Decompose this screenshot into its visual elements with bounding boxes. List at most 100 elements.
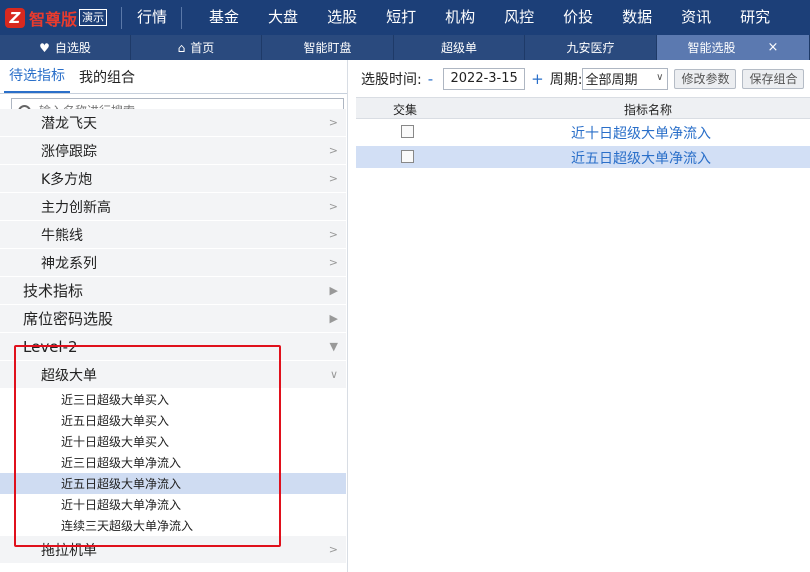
column-indicator-name: 指标名称 <box>624 103 673 117</box>
modify-params-button[interactable]: 修改参数 <box>674 68 737 89</box>
chevron-right-icon[interactable]: > <box>329 543 338 556</box>
tree-item-label: 近三日超级大单买入 <box>61 393 170 407</box>
tab-label: 九安医疗 <box>566 41 615 55</box>
tree-item-label: 超级大单 <box>41 367 97 384</box>
menu-item[interactable]: 行情 <box>122 0 181 35</box>
app-logo[interactable]: Z 智尊版 演示 <box>0 0 108 35</box>
tab-candidate-indicators[interactable]: 待选指标 <box>4 65 70 93</box>
tree-leaf-item[interactable]: 近三日超级大单买入 <box>0 389 346 410</box>
tab-watchlist[interactable]: ♥ 自选股 <box>0 35 131 60</box>
tab-home[interactable]: ⌂ 首页 <box>131 35 262 60</box>
intersect-checkbox[interactable] <box>401 150 414 163</box>
tree-group-item[interactable]: K多方炮 > <box>0 165 346 193</box>
date-field[interactable]: 2022-3-15 <box>443 67 526 90</box>
tree-group-item[interactable]: 牛熊线 > <box>0 221 346 249</box>
tab-stock-jiuan[interactable]: 九安医疗 <box>525 35 657 60</box>
save-combination-button[interactable]: 保存组合 <box>742 68 805 89</box>
chevron-right-icon[interactable]: > <box>329 144 338 157</box>
menu-item[interactable]: 大盘 <box>253 0 312 35</box>
select-time-label: 选股时间: <box>361 71 422 88</box>
tree-group-item[interactable]: 涨停跟踪 > <box>0 137 346 165</box>
menu-item[interactable]: 资讯 <box>666 0 725 35</box>
tree-leaf-item[interactable]: 连续三天超级大单净流入 <box>0 515 346 536</box>
chevron-right-icon[interactable]: > <box>329 172 338 185</box>
period-value: 全部周期 <box>585 73 638 88</box>
tree-item-label: 近五日超级大单买入 <box>61 414 170 428</box>
caret-right-icon[interactable]: ▶ <box>330 312 338 325</box>
tree-group-item[interactable]: 席位密码选股 ▶ <box>0 305 346 333</box>
tree-item-label: 席位密码选股 <box>23 310 114 328</box>
tab-label: 自选股 <box>54 41 91 55</box>
tree-leaf-item[interactable]: 近十日超级大单净流入 <box>0 494 346 515</box>
menu-item[interactable]: 选股 <box>312 0 371 35</box>
intersect-checkbox[interactable] <box>401 125 414 138</box>
home-icon: ⌂ <box>177 40 186 55</box>
table-header: 交集 指标名称 <box>356 97 810 119</box>
tab-super-order[interactable]: 超级单 <box>394 35 525 60</box>
tree-group-item[interactable]: 技术指标 ▶ <box>0 277 346 305</box>
indicator-tree: 潜龙飞天 > 涨停跟踪 > K多方炮 > 主力创新高 > 牛熊线 > 神龙系列 > 技术指标 ▶ 席位密码选… <box>0 109 347 572</box>
tree-item-label: Level-2 <box>23 337 78 356</box>
menu-item[interactable]: 机构 <box>430 0 489 35</box>
indicator-panel: 待选指标 我的组合 潜龙飞天 > 涨停跟踪 > K多方炮 > 主力创新高 > 牛熊线 > 神龙系列 >… <box>0 60 348 572</box>
menu-item[interactable]: 短打 <box>371 0 430 35</box>
menu-item[interactable]: 价投 <box>548 0 607 35</box>
tab-my-combinations[interactable]: 我的组合 <box>74 67 140 93</box>
menu-divider <box>181 6 183 29</box>
close-icon[interactable]: × <box>768 40 779 55</box>
demo-badge: 演示 <box>79 9 108 26</box>
tree-group-item[interactable]: 拖拉机单 > <box>0 536 346 564</box>
tree-item-label: 技术指标 <box>23 282 84 300</box>
table-row[interactable]: 近十日超级大单净流入 <box>356 121 810 143</box>
menu-item[interactable]: 研究 <box>725 0 784 35</box>
indicator-name-link[interactable]: 近五日超级大单净流入 <box>571 148 711 168</box>
column-intersect: 交集 <box>393 103 418 117</box>
indicator-panel-tabs: 待选指标 我的组合 <box>0 60 347 94</box>
menu-item[interactable]: 风控 <box>489 0 548 35</box>
tab-label: 智能选股 <box>687 41 736 55</box>
tree-group-item[interactable]: 神龙系列 > <box>0 249 346 277</box>
page-tab-bar: ♥ 自选股 ⌂ 首页 智能盯盘 超级单 九安医疗 智能选股 × <box>0 35 810 60</box>
tree-group-item[interactable]: 主力创新高 > <box>0 193 346 221</box>
tab-label: 超级单 <box>440 41 477 55</box>
tree-item-label: 潜龙飞天 <box>41 115 97 132</box>
tree-item-label: 涨停跟踪 <box>41 143 97 160</box>
heart-icon: ♥ <box>39 40 50 55</box>
tree-leaf-item[interactable]: 近五日超级大单净流入 <box>0 473 346 494</box>
tree-item-label: 近十日超级大单净流入 <box>61 498 182 512</box>
indicator-name-link[interactable]: 近十日超级大单净流入 <box>571 123 711 143</box>
tree-leaf-item[interactable]: 近三日超级大单净流入 <box>0 452 346 473</box>
tree-item-label: 牛熊线 <box>41 227 83 244</box>
chevron-right-icon[interactable]: > <box>329 200 338 213</box>
tree-group-item[interactable]: 超级大单 ∨ <box>0 361 346 389</box>
top-menu-bar: Z 智尊版 演示 行情 基金 大盘 选股 短打 机构 风控 价投 数据 资讯 研究 <box>0 0 810 35</box>
chevron-right-icon[interactable]: > <box>329 256 338 269</box>
tree-group-item[interactable]: Level-2 ▼ <box>0 333 346 361</box>
tree-leaf-item[interactable]: 近十日超级大单买入 <box>0 431 346 452</box>
caret-right-icon[interactable]: ▶ <box>330 284 338 297</box>
tab-smart-picker[interactable]: 智能选股 × <box>657 35 810 60</box>
chevron-right-icon[interactable]: > <box>329 116 338 129</box>
period-select[interactable]: 全部周期 ∨ <box>582 67 669 90</box>
tree-item-label: 近十日超级大单买入 <box>61 435 170 449</box>
menu-item[interactable]: 数据 <box>607 0 666 35</box>
selection-toolbar: 选股时间: - 2022-3-15 + 周期: 全部周期 ∨ 修改参数 保存组合 <box>356 60 810 97</box>
date-next-button[interactable]: + <box>531 70 544 88</box>
tree-group-item[interactable]: 潜龙飞天 > <box>0 109 346 137</box>
date-prev-button[interactable]: - <box>428 70 433 88</box>
tree-leaf-item[interactable]: 近五日超级大单买入 <box>0 410 346 431</box>
logo-mark-icon: Z <box>5 7 25 28</box>
tab-label: 首页 <box>190 41 215 55</box>
chevron-right-icon[interactable]: > <box>329 228 338 241</box>
chevron-down-icon[interactable]: ∨ <box>330 368 338 381</box>
tree-item-label: 主力创新高 <box>41 199 111 216</box>
tree-item-label: 拖拉机单 <box>41 542 97 559</box>
main-menu: 行情 基金 大盘 选股 短打 机构 风控 价投 数据 资讯 研究 <box>122 0 784 35</box>
tab-smart-monitor[interactable]: 智能盯盘 <box>262 35 394 60</box>
caret-down-icon[interactable]: ▼ <box>330 340 338 353</box>
tree-item-label: K多方炮 <box>41 171 93 188</box>
tree-item-label: 近五日超级大单净流入 <box>61 477 182 491</box>
table-row[interactable]: 近五日超级大单净流入 <box>356 146 810 168</box>
menu-item[interactable]: 基金 <box>194 0 253 35</box>
chevron-down-icon: ∨ <box>656 71 664 83</box>
